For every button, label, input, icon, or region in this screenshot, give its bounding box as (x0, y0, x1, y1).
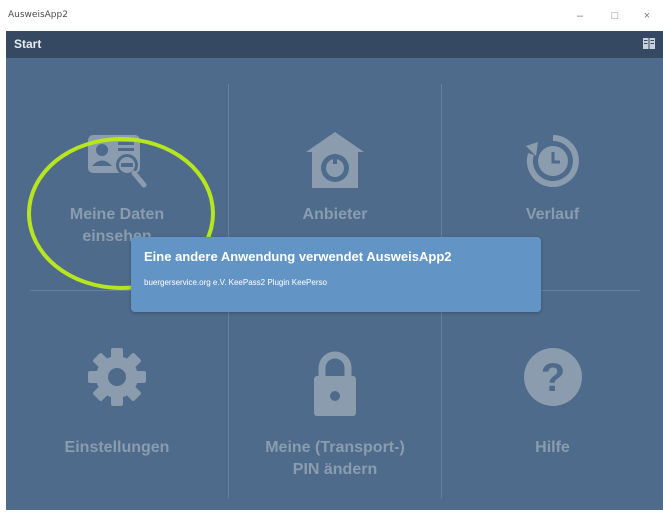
lock-icon (314, 351, 356, 416)
minimize-button[interactable]: – (565, 6, 595, 26)
window-title: AusweisApp2 (8, 10, 68, 20)
tile-hilfe[interactable]: ? Hilfe (442, 291, 663, 510)
notification-dialog[interactable]: Eine andere Anwendung verwendet AusweisA… (131, 237, 541, 312)
window-titlebar: AusweisApp2 – □ × (0, 0, 663, 31)
book-icon[interactable] (643, 38, 655, 49)
tile-pin-aendern[interactable]: Meine (Transport-) PIN ändern (229, 291, 441, 510)
svg-text:?: ? (540, 356, 564, 400)
gear-icon (88, 348, 146, 406)
app-header: Start (6, 31, 663, 58)
tile-label: Verlauf (525, 206, 580, 223)
provider-house-icon (306, 132, 364, 188)
tile-label: Hilfe (535, 439, 570, 456)
dialog-title: Eine andere Anwendung verwendet AusweisA… (144, 249, 452, 264)
tile-label: PIN ändern (292, 461, 378, 478)
tile-label: Meine (Transport-) (265, 439, 405, 456)
tile-label: Anbieter (302, 206, 368, 223)
question-icon: ? (523, 348, 582, 406)
maximize-button[interactable]: □ (600, 6, 630, 26)
history-clock-icon (525, 135, 579, 187)
tile-einstellungen[interactable]: Einstellungen (6, 291, 228, 510)
dialog-message: buergerservice.org e.V. KeePass2 Plugin … (144, 278, 327, 287)
tile-label: Einstellungen (64, 439, 170, 456)
close-button[interactable]: × (632, 6, 662, 26)
page-title: Start (14, 37, 42, 51)
